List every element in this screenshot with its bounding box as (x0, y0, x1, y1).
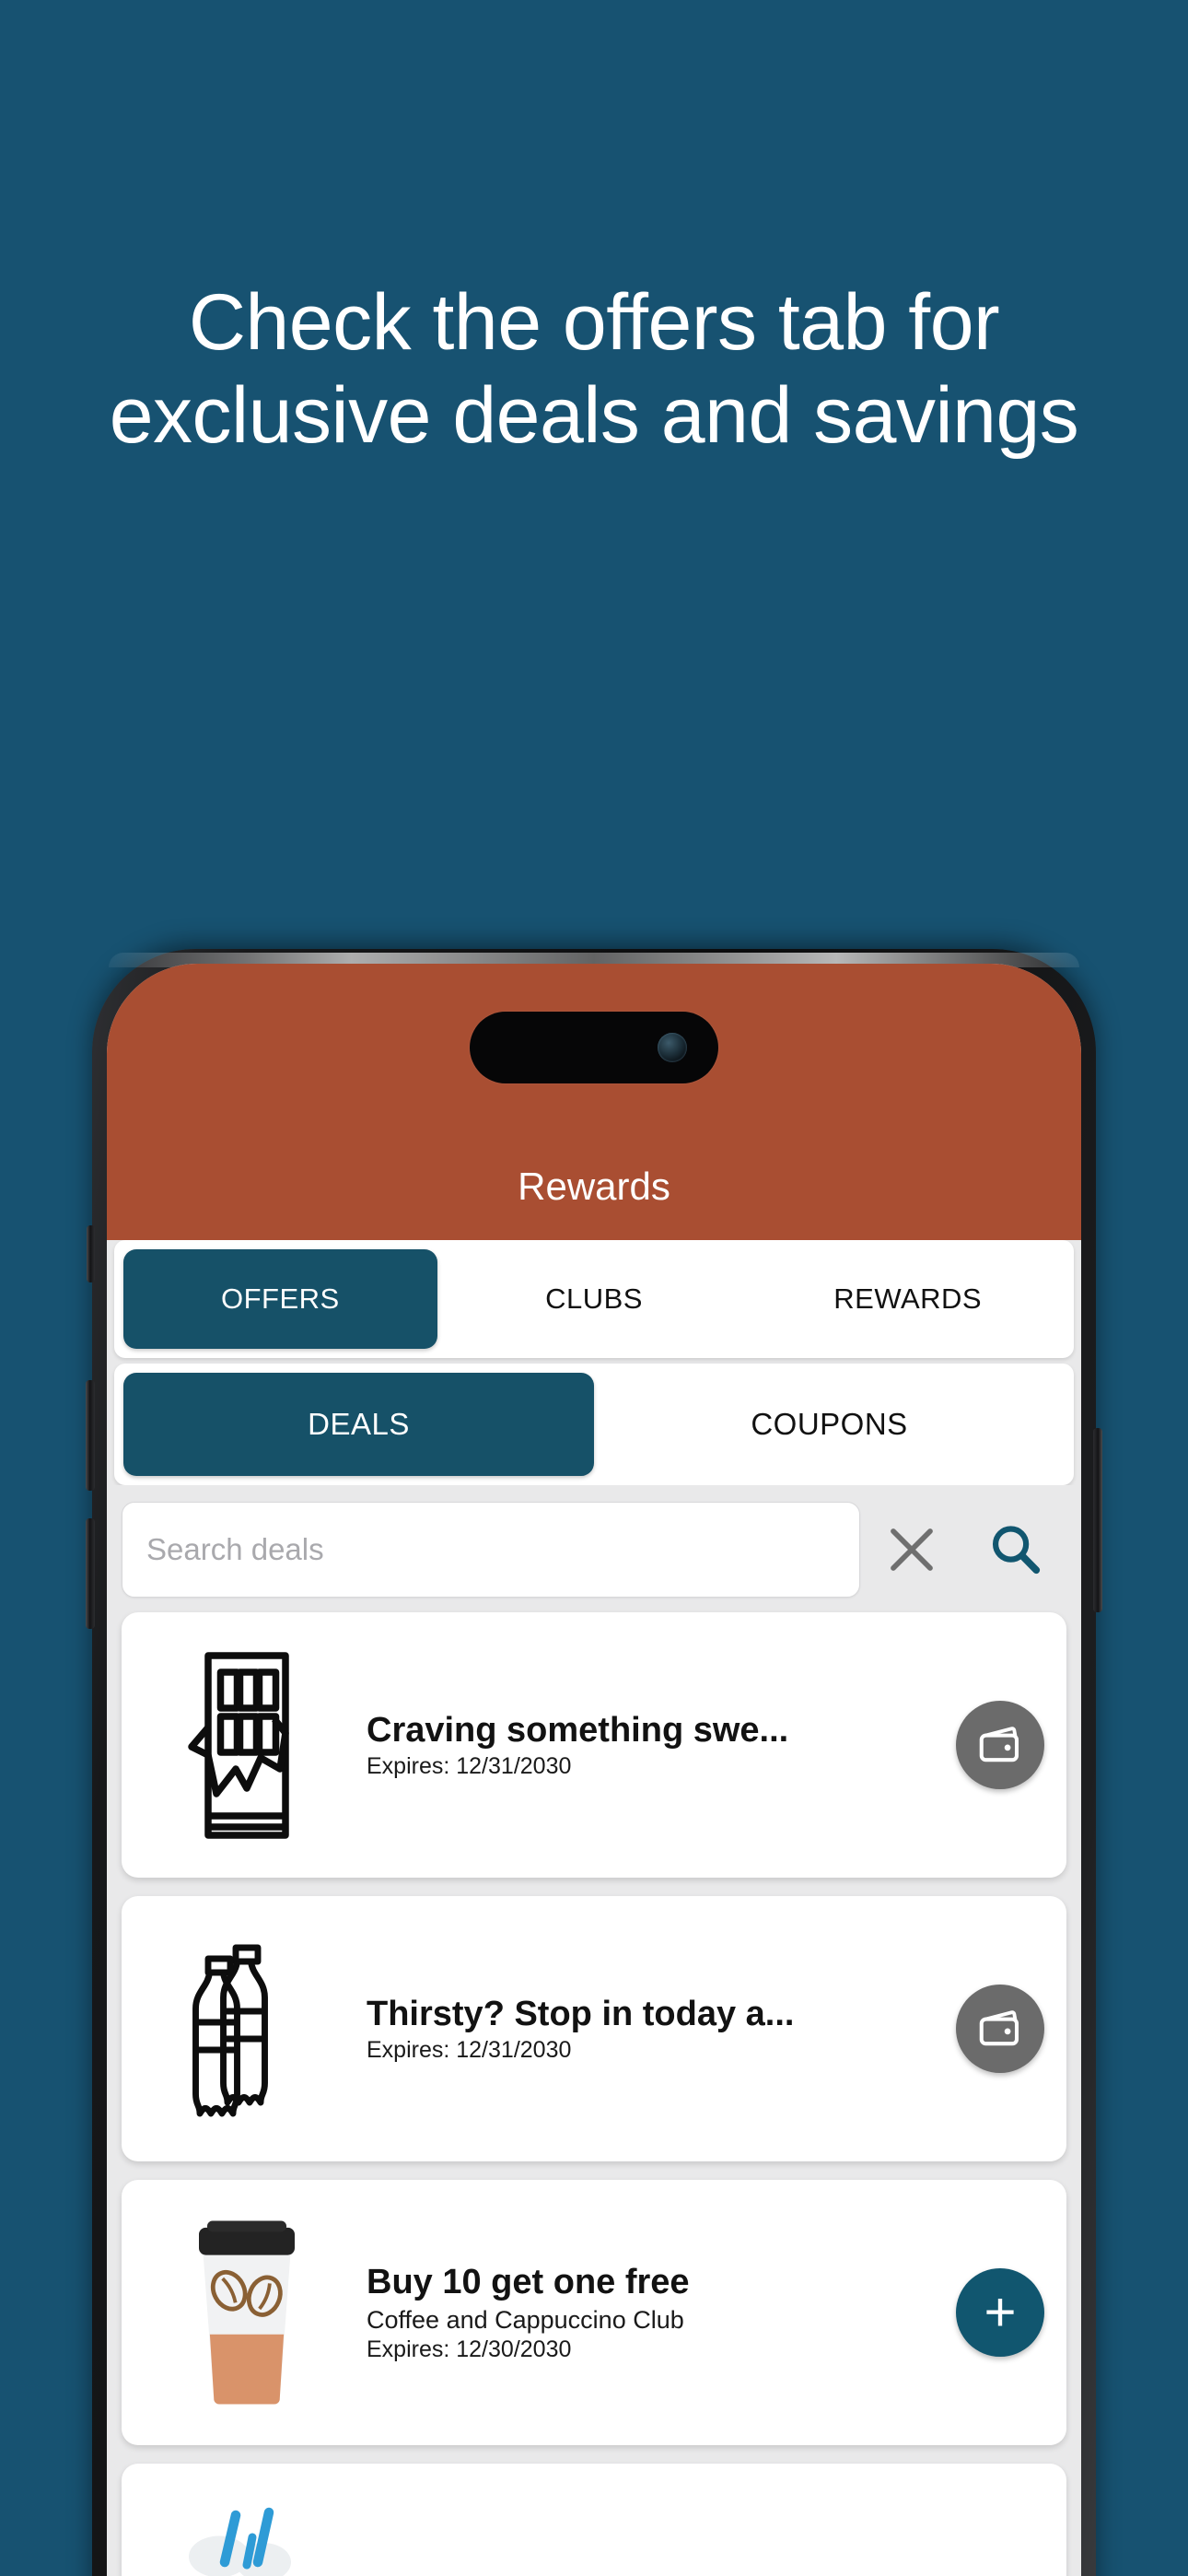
tab-offers[interactable]: OFFERS (123, 1249, 437, 1349)
deal-title: Thirsty? Stop in today a... (367, 1995, 795, 2034)
deal-text: Thirsty? Stop in today a... Expires: 12/… (357, 1994, 956, 2063)
primary-tabbar: OFFERS CLUBS REWARDS (114, 1240, 1074, 1358)
add-to-wallet-button[interactable] (956, 1701, 1044, 1789)
search-placeholder-text: Search deals (146, 1532, 324, 1566)
page-title: Rewards (518, 1165, 670, 1208)
volume-up-button[interactable] (86, 1380, 95, 1491)
promo-headline: Check the offers tab for exclusive deals… (109, 278, 1079, 461)
deal-subtitle: Coffee and Cappuccino Club (367, 2305, 684, 2334)
deal-card[interactable]: Craving something swe... Expires: 12/31/… (122, 1612, 1066, 1878)
coffee-cup-icon (199, 2220, 295, 2405)
deal-title: Buy 10 get one free (367, 2263, 690, 2302)
plus-icon: + (984, 2281, 1017, 2343)
deal-text: Craving something swe... Expires: 12/31/… (357, 1710, 956, 1779)
deal-expiry: Expires: 12/30/2030 (367, 2336, 572, 2362)
front-camera-icon (658, 1033, 687, 1062)
phone-screen: Rewards OFFERS CLUBS REWARDS DEALS COUPO… (107, 964, 1081, 2576)
deal-card[interactable]: Thirsty? Stop in today a... Expires: 12/… (122, 1896, 1066, 2161)
clear-search-button[interactable] (860, 1502, 963, 1598)
tab-clubs[interactable]: CLUBS (437, 1249, 751, 1349)
deals-list: Craving something swe... Expires: 12/31/… (107, 1612, 1081, 2576)
tab-rewards[interactable]: REWARDS (751, 1249, 1065, 1349)
volume-down-button[interactable] (86, 1518, 95, 1629)
deal-expiry: Expires: 12/31/2030 (367, 1752, 572, 1779)
soda-bottles-icon (192, 1944, 268, 2116)
add-to-wallet-button[interactable] (956, 1985, 1044, 2073)
secondary-tabbar: DEALS COUPONS (114, 1364, 1074, 1485)
dynamic-island (470, 1012, 718, 1083)
partial-blue-white-icon (189, 2507, 291, 2576)
deal-expiry: Expires: 12/31/2030 (367, 2036, 572, 2063)
tab-deals[interactable]: DEALS (123, 1373, 594, 1476)
chocolate-bar-icon (188, 1651, 289, 1839)
wallet-icon (979, 1727, 1019, 1762)
deal-artwork (136, 2180, 357, 2445)
search-submit-button[interactable] (963, 1502, 1066, 1598)
phone-device-frame: Rewards OFFERS CLUBS REWARDS DEALS COUPO… (86, 949, 1102, 2576)
deal-card[interactable] (122, 2464, 1066, 2576)
wallet-icon (979, 2010, 1019, 2046)
magnifier-icon (992, 1526, 1041, 1575)
app-header: Rewards (107, 964, 1081, 1240)
tabs-container: OFFERS CLUBS REWARDS DEALS COUPONS (107, 1240, 1081, 1485)
tab-coupons[interactable]: COUPONS (594, 1373, 1065, 1476)
silent-switch-button[interactable] (87, 1225, 95, 1282)
deal-artwork (136, 1896, 357, 2161)
deal-title: Craving something swe... (367, 1711, 789, 1751)
deal-artwork (136, 1612, 357, 1878)
deal-card[interactable]: Buy 10 get one free Coffee and Cappuccin… (122, 2180, 1066, 2445)
close-x-icon (891, 1528, 933, 1571)
power-button[interactable] (1093, 1428, 1102, 1612)
search-row: Search deals (107, 1485, 1081, 1612)
deal-artwork (136, 2464, 357, 2576)
deal-text: Buy 10 get one free Coffee and Cappuccin… (357, 2262, 956, 2362)
search-input[interactable]: Search deals (122, 1502, 860, 1598)
add-deal-button[interactable]: + (956, 2268, 1044, 2357)
